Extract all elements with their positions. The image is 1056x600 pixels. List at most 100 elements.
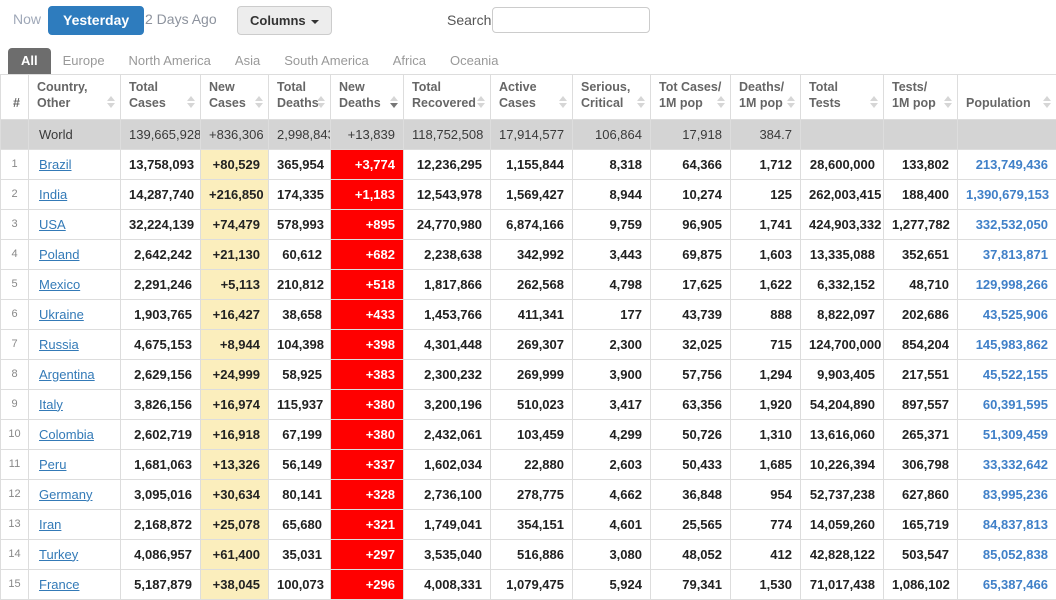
- cell-rank: 5: [1, 269, 29, 299]
- cell-tot-cases-1m: 57,756: [651, 359, 731, 389]
- header-country[interactable]: Country,Other: [29, 75, 121, 120]
- cell-total-cases: 1,903,765: [121, 299, 201, 329]
- cell-serious-critical: 8,318: [573, 149, 651, 179]
- cell-tot-cases-1m: 48,052: [651, 539, 731, 569]
- cell-total-recovered: 2,300,232: [404, 359, 491, 389]
- country-link[interactable]: Brazil: [39, 157, 72, 172]
- cell-active-cases: 1,079,475: [491, 569, 573, 599]
- country-link[interactable]: Russia: [39, 337, 79, 352]
- sort-icon: [1043, 96, 1051, 108]
- toolbar: Now Yesterday 2 Days Ago Columns Search:: [0, 0, 1056, 48]
- cell-rank: 11: [1, 449, 29, 479]
- header-serious-critical[interactable]: Serious,Critical: [573, 75, 651, 120]
- cell-population: 43,525,906: [958, 299, 1056, 329]
- cell-new-cases: +80,529: [201, 149, 269, 179]
- header-active-cases[interactable]: ActiveCases: [491, 75, 573, 120]
- cell-total-deaths: 60,612: [269, 239, 331, 269]
- cell-tot-cases-1m: 17,625: [651, 269, 731, 299]
- header-label: NewDeaths: [339, 79, 387, 112]
- yesterday-button[interactable]: Yesterday: [48, 6, 144, 35]
- cell-total-cases: 2,291,246: [121, 269, 201, 299]
- header-new-cases[interactable]: NewCases: [201, 75, 269, 120]
- tab-europe[interactable]: Europe: [51, 48, 117, 74]
- tab-all[interactable]: All: [8, 48, 51, 74]
- cell-deaths-1m: 1,622: [731, 269, 801, 299]
- country-link[interactable]: Turkey: [39, 547, 78, 562]
- search-input[interactable]: [492, 7, 650, 33]
- header-total-deaths[interactable]: TotalDeaths: [269, 75, 331, 120]
- country-link[interactable]: Poland: [39, 247, 79, 262]
- cell-new-cases: +61,400: [201, 539, 269, 569]
- cell-total-tests: 13,335,088: [801, 239, 884, 269]
- cell-rank: 6: [1, 299, 29, 329]
- cell-total-cases: 14,287,740: [121, 179, 201, 209]
- two-days-ago-button[interactable]: 2 Days Ago: [145, 11, 217, 27]
- country-link[interactable]: Mexico: [39, 277, 80, 292]
- country-link[interactable]: Germany: [39, 487, 92, 502]
- cell-rank: 13: [1, 509, 29, 539]
- header-total-recovered[interactable]: TotalRecovered: [404, 75, 491, 120]
- header-label: TotalCases: [129, 79, 184, 112]
- cell-deaths-1m: 384.7: [731, 119, 801, 149]
- cell-serious-critical: 177: [573, 299, 651, 329]
- cell-total-cases: 2,602,719: [121, 419, 201, 449]
- header-label: Tests/1M pop: [892, 79, 941, 112]
- header-new-deaths[interactable]: NewDeaths: [331, 75, 404, 120]
- header-total-tests[interactable]: TotalTests: [801, 75, 884, 120]
- cell-total-cases: 2,629,156: [121, 359, 201, 389]
- cell-new-deaths: +296: [331, 569, 404, 599]
- cell-active-cases: 22,880: [491, 449, 573, 479]
- cell-serious-critical: 3,443: [573, 239, 651, 269]
- cell-total-tests: 262,003,415: [801, 179, 884, 209]
- cell-population: 129,998,266: [958, 269, 1056, 299]
- tab-asia[interactable]: Asia: [223, 48, 272, 74]
- country-link[interactable]: Colombia: [39, 427, 94, 442]
- cell-new-cases: +38,045: [201, 569, 269, 599]
- cell-total-deaths: 67,199: [269, 419, 331, 449]
- cell-new-deaths: +380: [331, 419, 404, 449]
- tab-oceania[interactable]: Oceania: [438, 48, 510, 74]
- header-deaths-1m[interactable]: Deaths/1M pop: [731, 75, 801, 120]
- sort-icon: [637, 96, 645, 108]
- cell-total-recovered: 12,543,978: [404, 179, 491, 209]
- cell-total-recovered: 1,817,866: [404, 269, 491, 299]
- header-tests-1m[interactable]: Tests/1M pop: [884, 75, 958, 120]
- country-link[interactable]: Italy: [39, 397, 63, 412]
- header-tot-cases-1m[interactable]: Tot Cases/1M pop: [651, 75, 731, 120]
- tab-africa[interactable]: Africa: [381, 48, 438, 74]
- cell-country: Peru: [29, 449, 121, 479]
- country-link[interactable]: Peru: [39, 457, 66, 472]
- country-link[interactable]: France: [39, 577, 79, 592]
- cell-country: Colombia: [29, 419, 121, 449]
- header-total-cases[interactable]: TotalCases: [121, 75, 201, 120]
- cell-total-cases: 2,642,242: [121, 239, 201, 269]
- cell-tests-1m: 202,686: [884, 299, 958, 329]
- header-label: #: [9, 95, 24, 111]
- cell-total-recovered: 2,736,100: [404, 479, 491, 509]
- covid-stats-table: # Country,OtherTotalCases NewCasesTotalDea…: [0, 74, 1056, 600]
- cell-total-cases: 32,224,139: [121, 209, 201, 239]
- country-link[interactable]: Iran: [39, 517, 61, 532]
- header-population[interactable]: Population: [958, 75, 1056, 120]
- cell-new-cases: +5,113: [201, 269, 269, 299]
- header-rank: #: [1, 75, 29, 120]
- cell-total-deaths: 210,812: [269, 269, 331, 299]
- cell-country: Turkey: [29, 539, 121, 569]
- table-row: 14Turkey4,086,957+61,40035,031+2973,535,…: [1, 539, 1056, 569]
- tab-south-america[interactable]: South America: [272, 48, 381, 74]
- cell-tot-cases-1m: 64,366: [651, 149, 731, 179]
- cell-deaths-1m: 1,685: [731, 449, 801, 479]
- header-label: TotalDeaths: [277, 79, 314, 112]
- tab-north-america[interactable]: North America: [117, 48, 223, 74]
- cell-tests-1m: [884, 119, 958, 149]
- country-link[interactable]: India: [39, 187, 67, 202]
- country-link[interactable]: USA: [39, 217, 66, 232]
- cell-total-recovered: 1,749,041: [404, 509, 491, 539]
- cell-tot-cases-1m: 32,025: [651, 329, 731, 359]
- now-button[interactable]: Now: [13, 11, 41, 27]
- table-row: 8Argentina2,629,156+24,99958,925+3832,30…: [1, 359, 1056, 389]
- columns-dropdown-button[interactable]: Columns: [237, 6, 332, 35]
- country-link[interactable]: Argentina: [39, 367, 95, 382]
- cell-deaths-1m: 1,310: [731, 419, 801, 449]
- country-link[interactable]: Ukraine: [39, 307, 84, 322]
